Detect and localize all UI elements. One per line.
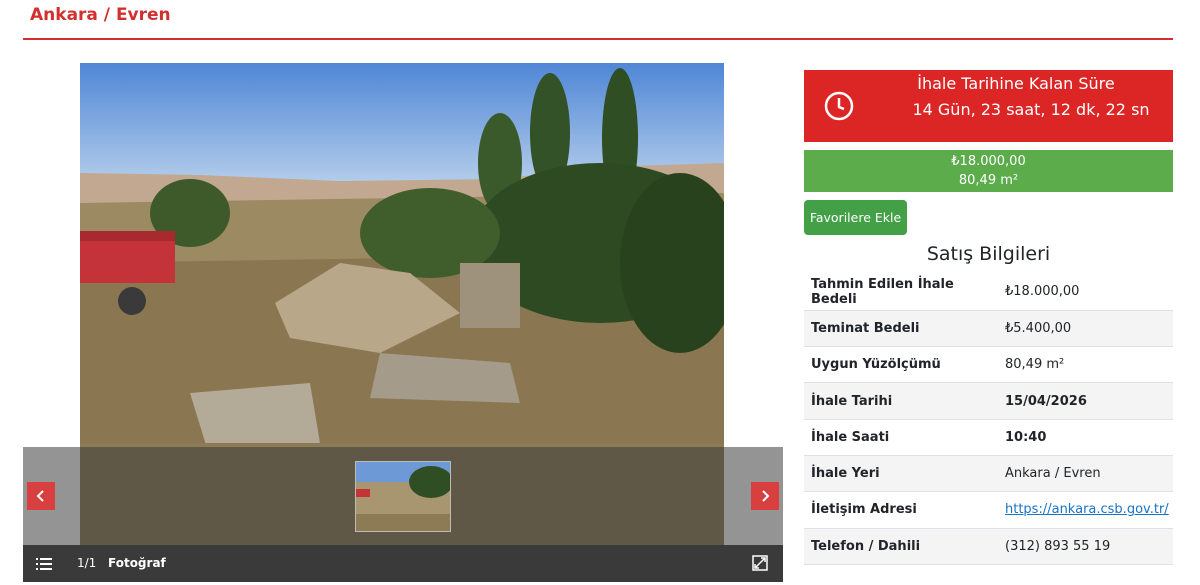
sales-info-table: Tahmin Edilen İhale Bedeli ₺18.000,00 Te… (804, 274, 1173, 565)
countdown-value: 14 Gün, 23 saat, 12 dk, 22 sn (912, 100, 1150, 119)
thumbnail-strip (23, 447, 783, 545)
price-amount: ₺18.000,00 (951, 154, 1026, 169)
price-summary: ₺18.000,00 80,49 m² (804, 150, 1173, 192)
chevron-right-icon (762, 490, 770, 502)
list-icon[interactable] (36, 556, 52, 575)
row-label: İhale Saati (811, 429, 890, 445)
table-row: İhale Yeri Ankara / Evren (804, 455, 1173, 492)
row-value: (312) 893 55 19 (1005, 538, 1111, 554)
clock-icon (824, 91, 854, 125)
title-divider (23, 38, 1173, 40)
table-row: İhale Saati 10:40 (804, 419, 1173, 456)
row-value: Ankara / Evren (1005, 466, 1101, 482)
table-row: Uygun Yüzölçümü 80,49 m² (804, 347, 1173, 383)
contact-address-link[interactable]: https://ankara.csb.gov.tr/ (1005, 502, 1169, 517)
countdown-title: İhale Tarihine Kalan Süre (917, 74, 1115, 93)
table-row: Teminat Bedeli ₺5.400,00 (804, 310, 1173, 347)
row-label: Teminat Bedeli (811, 320, 920, 336)
row-value: ₺18.000,00 (1005, 284, 1080, 300)
page-title: Ankara / Evren (30, 5, 171, 25)
next-photo-button[interactable] (751, 482, 779, 510)
row-value: 15/04/2026 (1005, 393, 1087, 409)
previous-photo-button[interactable] (27, 482, 55, 510)
row-value: ₺5.400,00 (1005, 320, 1072, 336)
photo-label: Fotoğraf (108, 556, 166, 570)
auction-countdown: İhale Tarihine Kalan Süre 14 Gün, 23 saa… (804, 70, 1173, 142)
gallery-toolbar: 1/1 Fotoğraf (23, 545, 783, 582)
table-row: İhale Tarihi 15/04/2026 (804, 382, 1173, 420)
sales-info-title: Satış Bilgileri (926, 243, 1051, 265)
expand-icon[interactable] (752, 555, 768, 575)
table-row: İletişim Adresi https://ankara.csb.gov.t… (804, 492, 1173, 529)
row-label: İhale Tarihi (811, 393, 893, 409)
photo-counter: 1/1 (77, 556, 97, 570)
row-label: Uygun Yüzölçümü (811, 357, 941, 373)
photo-gallery: 1/1 Fotoğraf (23, 62, 783, 582)
row-label: İletişim Adresi (811, 502, 917, 518)
table-row: Tahmin Edilen İhale Bedeli ₺18.000,00 (804, 274, 1173, 311)
row-label: İhale Yeri (811, 466, 880, 482)
photo-thumbnail[interactable] (355, 461, 451, 532)
table-row: Telefon / Dahili (312) 893 55 19 (804, 528, 1173, 565)
row-value: 80,49 m² (1005, 357, 1065, 373)
add-to-favorites-button[interactable]: Favorilere Ekle (804, 200, 907, 235)
row-label: Tahmin Edilen İhale Bedeli (811, 276, 954, 307)
row-label: Telefon / Dahili (811, 538, 921, 554)
price-area: 80,49 m² (958, 173, 1019, 188)
chevron-left-icon (36, 490, 44, 502)
row-value: 10:40 (1005, 429, 1047, 445)
